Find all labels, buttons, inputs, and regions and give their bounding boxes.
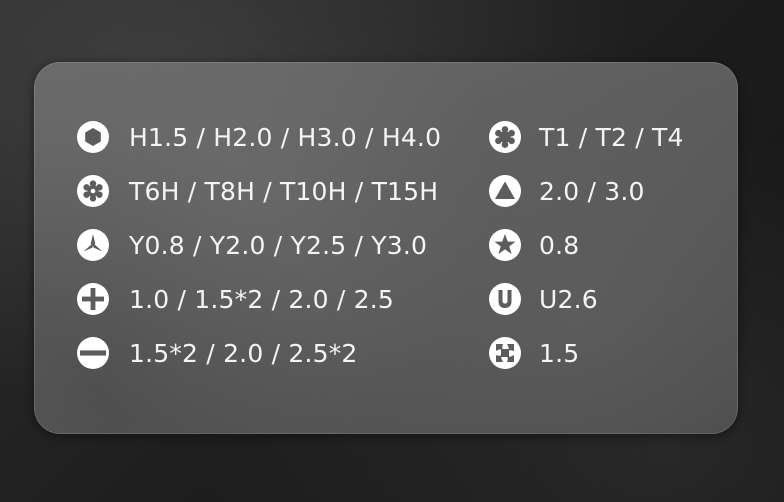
list-item-tri-wing: Y0.8 / Y2.0 / Y2.5 / Y3.0 bbox=[76, 225, 427, 265]
list-item-square-recess: 1.5 bbox=[488, 333, 579, 373]
square-recess-sizes-label: 1.5 bbox=[539, 338, 580, 368]
torx-sizes-label: T1 / T2 / T4 bbox=[539, 122, 684, 152]
list-item-triangle: 2.0 / 3.0 bbox=[488, 171, 645, 211]
phillips-sizes-label: 1.0 / 1.5*2 / 2.0 / 2.5 bbox=[129, 284, 394, 314]
tri-wing-icon bbox=[76, 228, 110, 262]
u-shape-icon bbox=[488, 282, 522, 316]
tri-wing-sizes-label: Y0.8 / Y2.0 / Y2.5 / Y3.0 bbox=[129, 230, 428, 260]
triangle-sizes-label: 2.0 / 3.0 bbox=[539, 176, 645, 206]
list-item-pentalobe: 0.8 bbox=[488, 225, 579, 265]
u-shape-sizes-label: U2.6 bbox=[539, 284, 598, 314]
list-item-torx-security: T6H / T8H / T10H / T15H bbox=[76, 171, 438, 211]
phillips-icon bbox=[76, 282, 110, 316]
pentalobe-sizes-label: 0.8 bbox=[539, 230, 580, 260]
hex-sizes-label: H1.5 / H2.0 / H3.0 / H4.0 bbox=[129, 122, 442, 152]
torx-security-icon bbox=[76, 174, 110, 208]
torx-security-sizes-label: T6H / T8H / T10H / T15H bbox=[129, 176, 439, 206]
slotted-sizes-label: 1.5*2 / 2.0 / 2.5*2 bbox=[129, 338, 358, 368]
list-item-torx: T1 / T2 / T4 bbox=[488, 117, 684, 157]
triangle-icon bbox=[488, 174, 522, 208]
list-item-hex: H1.5 / H2.0 / H3.0 / H4.0 bbox=[76, 117, 441, 157]
square-recess-icon bbox=[488, 336, 522, 370]
list-item-phillips: 1.0 / 1.5*2 / 2.0 / 2.5 bbox=[76, 279, 394, 319]
hex-icon bbox=[76, 120, 110, 154]
list-item-slotted: 1.5*2 / 2.0 / 2.5*2 bbox=[76, 333, 358, 373]
pentalobe-icon bbox=[488, 228, 522, 262]
list-item-u-shape: U2.6 bbox=[488, 279, 598, 319]
torx-icon bbox=[488, 120, 522, 154]
slotted-icon bbox=[76, 336, 110, 370]
